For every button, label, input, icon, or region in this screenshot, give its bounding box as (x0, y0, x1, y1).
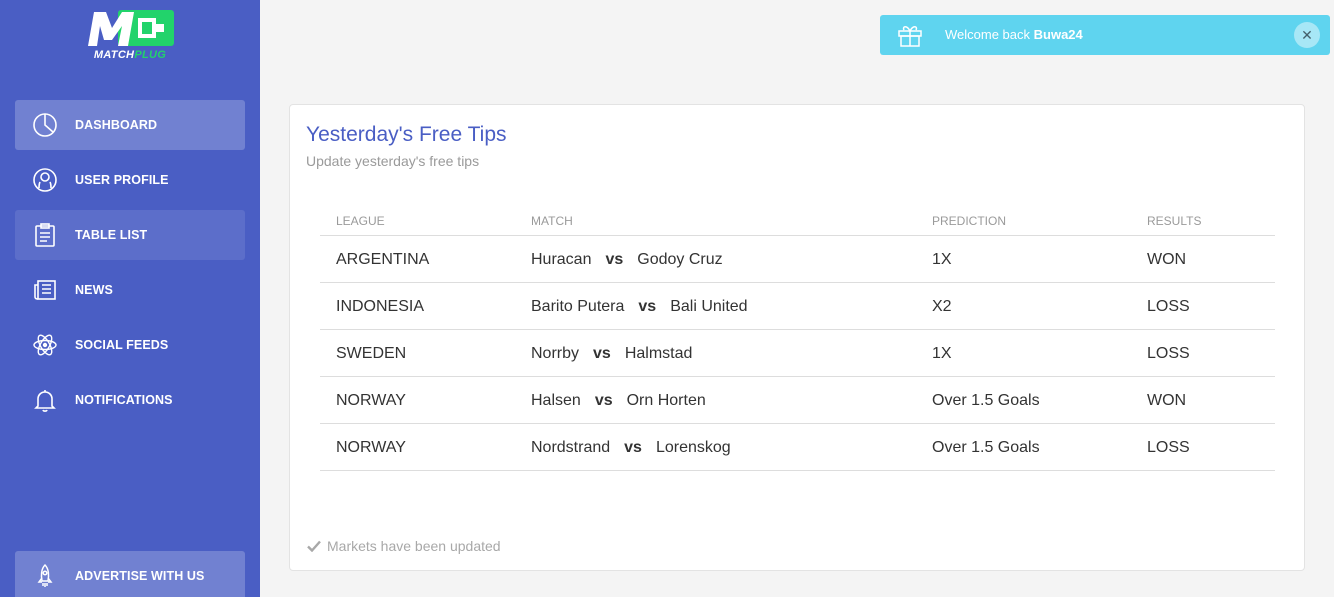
user-icon (30, 165, 60, 195)
gift-icon (896, 21, 924, 49)
cell-result: WON (1147, 251, 1187, 268)
header-league: LEAGUE (336, 214, 385, 228)
toast-message: Welcome back Buwa24 (945, 27, 1083, 42)
card-title: Yesterday's Free Tips (306, 123, 507, 146)
sidebar-item-label: NEWS (75, 283, 113, 297)
cell-league: SWEDEN (336, 345, 407, 362)
sidebar-item-label: USER PROFILE (75, 173, 169, 187)
matchplug-logo[interactable]: MATCHPLUG (84, 8, 176, 64)
header-prediction: PREDICTION (932, 214, 1007, 228)
table-row: SWEDEN Norrby vs Halmstad 1X LOSS (320, 330, 1275, 377)
logo-wordmark: MATCHPLUG (93, 49, 167, 61)
cell-prediction: X2 (932, 298, 952, 315)
toast-username: Buwa24 (1033, 27, 1083, 42)
atom-icon (30, 330, 60, 360)
bell-icon (30, 385, 60, 415)
sidebar: MATCHPLUG DASHBOARD USER PROFILE TABLE L… (0, 0, 260, 597)
footer-text: Markets have been updated (327, 538, 501, 554)
cell-match: Huracan vs Godoy Cruz (531, 251, 723, 268)
welcome-toast: Welcome back Buwa24 ✕ (880, 15, 1330, 55)
card-footer: Markets have been updated (307, 538, 501, 554)
cell-prediction: 1X (932, 251, 952, 268)
sidebar-item-dashboard[interactable]: DASHBOARD (15, 100, 245, 150)
cell-prediction: Over 1.5 Goals (932, 392, 1040, 409)
cell-result: LOSS (1147, 345, 1190, 362)
clipboard-icon (30, 220, 60, 250)
cell-league: NORWAY (336, 439, 406, 456)
cell-league: INDONESIA (336, 298, 425, 315)
header-results: RESULTS (1147, 214, 1202, 228)
cell-result: LOSS (1147, 298, 1190, 315)
cell-result: WON (1147, 392, 1187, 409)
table-row: NORWAY Halsen vs Orn Horten Over 1.5 Goals… (320, 377, 1275, 424)
check-icon (307, 540, 321, 552)
cell-league: ARGENTINA (336, 251, 430, 268)
cell-match: Nordstrand vs Lorenskog (531, 439, 731, 456)
sidebar-item-label: TABLE LIST (75, 228, 148, 242)
sidebar-item-advertise[interactable]: ADVERTISE WITH US (15, 551, 245, 597)
pie-chart-icon (30, 110, 60, 140)
close-icon[interactable]: ✕ (1294, 22, 1320, 48)
cell-league: NORWAY (336, 392, 406, 409)
header-match: MATCH (531, 214, 573, 228)
cell-match: Barito Putera vs Bali United (531, 298, 748, 315)
table-row: INDONESIA Barito Putera vs Bali United X2 … (320, 283, 1275, 330)
sidebar-item-user-profile[interactable]: USER PROFILE (15, 155, 245, 205)
cell-match: Norrby vs Halmstad (531, 345, 693, 362)
tips-table: LEAGUE MATCH PREDICTION RESULTS ARGENTIN… (320, 205, 1275, 471)
sidebar-item-label: SOCIAL FEEDS (75, 338, 169, 352)
card-subtitle: Update yesterday's free tips (306, 153, 480, 169)
table-header: LEAGUE MATCH PREDICTION RESULTS (320, 205, 1275, 236)
sidebar-item-social-feeds[interactable]: SOCIAL FEEDS (15, 320, 245, 370)
table-row: ARGENTINA Huracan vs Godoy Cruz 1X WON (320, 236, 1275, 283)
cell-prediction: 1X (932, 345, 952, 362)
free-tips-card: Yesterday's Free Tips Update yesterday's… (289, 104, 1305, 571)
sidebar-item-news[interactable]: NEWS (15, 265, 245, 315)
table-row: NORWAY Nordstrand vs Lorenskog Over 1.5 Go… (320, 424, 1275, 471)
cell-result: LOSS (1147, 439, 1190, 456)
sidebar-item-table-list[interactable]: TABLE LIST (15, 210, 245, 260)
logo-mark-icon (88, 10, 174, 46)
sidebar-item-label: NOTIFICATIONS (75, 393, 173, 407)
sidebar-item-label: DASHBOARD (75, 118, 158, 132)
sidebar-item-notifications[interactable]: NOTIFICATIONS (15, 375, 245, 425)
rocket-icon (30, 561, 60, 591)
newspaper-icon (30, 275, 60, 305)
cell-match: Halsen vs Orn Horten (531, 392, 706, 409)
sidebar-item-label: ADVERTISE WITH US (75, 569, 205, 583)
cell-prediction: Over 1.5 Goals (932, 439, 1040, 456)
